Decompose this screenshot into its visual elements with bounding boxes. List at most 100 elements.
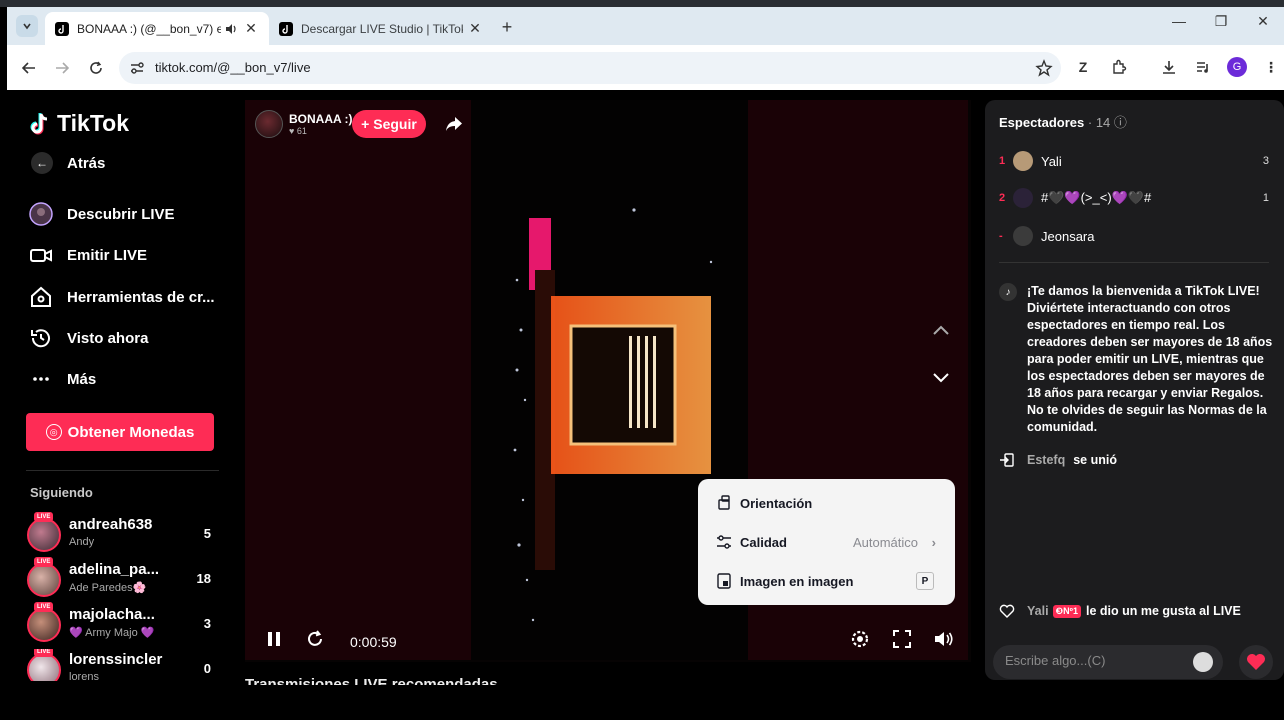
restore-icon[interactable]: ❐ [1200,13,1242,30]
tiktok-logo-icon: ♪ [999,283,1017,301]
tab-search-button[interactable] [16,15,38,37]
logo-text: TikTok [57,110,129,136]
pause-icon[interactable] [263,628,285,650]
tiktok-logo[interactable]: TikTok [29,110,129,137]
coin-icon: ◎ [45,424,62,440]
sliders-icon [716,534,732,550]
heart-icon [1247,654,1265,670]
media-controls-icon[interactable] [1193,57,1213,77]
avatar [1013,188,1033,208]
viewer-name: Yali [1041,153,1062,169]
fullscreen-icon[interactable] [891,628,913,650]
close-window-icon[interactable]: ✕ [1242,13,1284,30]
viewers-title: Espectadores [999,115,1085,130]
nav-label: Más [67,370,97,388]
back-label: Atrás [67,154,106,172]
bookmark-star-icon[interactable] [1035,59,1053,77]
settings-gear-icon[interactable] [849,628,871,650]
reload-icon[interactable] [86,58,106,78]
following-item[interactable]: LIVE andreah638 Andy 5 [27,512,217,554]
obtener-monedas-button[interactable]: ◎ Obtener Monedas [26,413,214,451]
viewer-score: 1 [1262,192,1269,204]
close-tab-icon[interactable]: ✕ [467,20,483,37]
host-avatar[interactable] [255,110,283,138]
like-text: le dio un me gusta al LIVE [1085,604,1241,618]
viewer-row[interactable]: 1 Yali 3 [999,149,1269,173]
avatar [27,518,61,552]
coins-label: Obtener Monedas [67,423,195,441]
joined-text: se unió [1073,453,1117,467]
refresh-icon[interactable] [304,628,326,650]
home-tools-icon [29,285,53,309]
nav-herramientas[interactable]: Herramientas de cr... [29,285,215,309]
viewers-header[interactable]: Espectadores · 14 ⓘ [999,112,1127,131]
menu-quality[interactable]: Calidad Automático › [716,530,936,554]
nav-descubrir-live[interactable]: Descubrir LIVE [29,202,175,226]
site-info-icon[interactable] [129,60,145,76]
sidebar: TikTok ← Atrás Descubrir LIVE Emitir LIV… [7,90,232,690]
tab-bonaaa-live[interactable]: BONAAA :) (@__bon_v7) e ✕ [45,12,269,45]
following-name: majolacha... [69,606,155,623]
menu-picture-in-picture[interactable]: Imagen en imagen P [716,569,936,593]
tab-title: BONAAA :) (@__bon_v7) e [77,21,221,36]
volume-icon[interactable] [933,628,955,650]
tiktok-live-page: TikTok ← Atrás Descubrir LIVE Emitir LIV… [7,90,1284,720]
tab-descargar-live-studio[interactable]: Descargar LIVE Studio | TikTok ✕ [269,12,493,45]
chevron-down-icon [23,23,31,30]
menu-label: Orientación [740,495,813,511]
speaker-icon[interactable] [225,23,239,35]
new-tab-button[interactable]: + [497,17,517,38]
following-name: andreah638 [69,516,153,533]
menu-orientation[interactable]: Orientación [716,491,936,515]
like-user[interactable]: Yali [1027,604,1049,618]
viewer-count: 5 [203,526,211,541]
address-bar[interactable]: tiktok.com/@__bon_v7/live [119,52,1061,84]
host-likes: ♥ 61 [289,126,307,136]
comment-input[interactable] [1005,653,1185,668]
keyboard-shortcut: P [916,572,934,590]
following-sub: Ade Paredes🌸 [69,582,147,594]
joined-message: Estefq se unió [999,452,1117,468]
viewer-row[interactable]: - Jeonsara [999,224,1269,248]
share-icon[interactable] [445,116,463,132]
following-item[interactable]: LIVE lorenssincler lorens 0 [27,649,217,681]
download-icon[interactable] [1159,57,1179,77]
following-sub: 💜 Army Majo 💜 [69,627,155,639]
help-icon[interactable]: ⓘ [1114,115,1127,130]
viewer-rank: 2 [999,192,1006,204]
comment-field[interactable] [993,645,1223,679]
video-left-blur [245,100,471,660]
extensions-puzzle-icon[interactable] [1109,57,1129,77]
profile-avatar[interactable]: G [1227,57,1247,77]
host-info[interactable]: BONAAA :) ♥ 61 [255,110,353,138]
chat-panel: Espectadores · 14 ⓘ 1 Yali 3 2 #🖤💜(>_<)💜… [985,100,1284,680]
z-extension-icon[interactable]: Z [1073,57,1093,77]
viewer-rank: - [999,230,1003,242]
joined-user[interactable]: Estefq [1027,453,1065,467]
following-title: Siguiendo [30,485,93,500]
minimize-icon[interactable]: — [1158,13,1200,30]
more-dots-icon [29,367,53,391]
enter-icon [999,452,1015,468]
kebab-menu-icon[interactable]: ⋮ [1261,57,1281,77]
nav-mas[interactable]: Más [29,367,96,391]
nav-visto-ahora[interactable]: Visto ahora [29,326,148,350]
following-item[interactable]: LIVE adelina_pa... Ade Paredes🌸 18 [27,557,217,599]
forward-arrow-icon[interactable] [52,58,72,78]
emoji-icon[interactable] [1193,652,1213,672]
viewer-row[interactable]: 2 #🖤💜(>_<)💜🖤# 1 [999,186,1269,210]
picture-in-picture-icon [716,573,732,589]
elapsed-time: 0:00:59 [350,634,397,650]
nav-emitir-live[interactable]: Emitir LIVE [29,243,147,267]
viewer-count: 18 [196,571,211,586]
back-arrow-icon[interactable] [19,58,39,78]
follow-button[interactable]: + Seguir [352,110,426,138]
close-tab-icon[interactable]: ✕ [243,20,259,37]
like-heart-button[interactable] [1239,645,1273,679]
player-settings-menu: Orientación Calidad Automático › Imagen … [698,479,955,605]
viewer-count: 0 [203,661,211,676]
following-item[interactable]: LIVE majolacha... 💜 Army Majo 💜 3 [27,602,217,644]
back-button[interactable]: ← Atrás [31,152,105,174]
chevron-up-icon[interactable] [931,320,951,340]
chevron-down-icon[interactable] [931,368,951,388]
